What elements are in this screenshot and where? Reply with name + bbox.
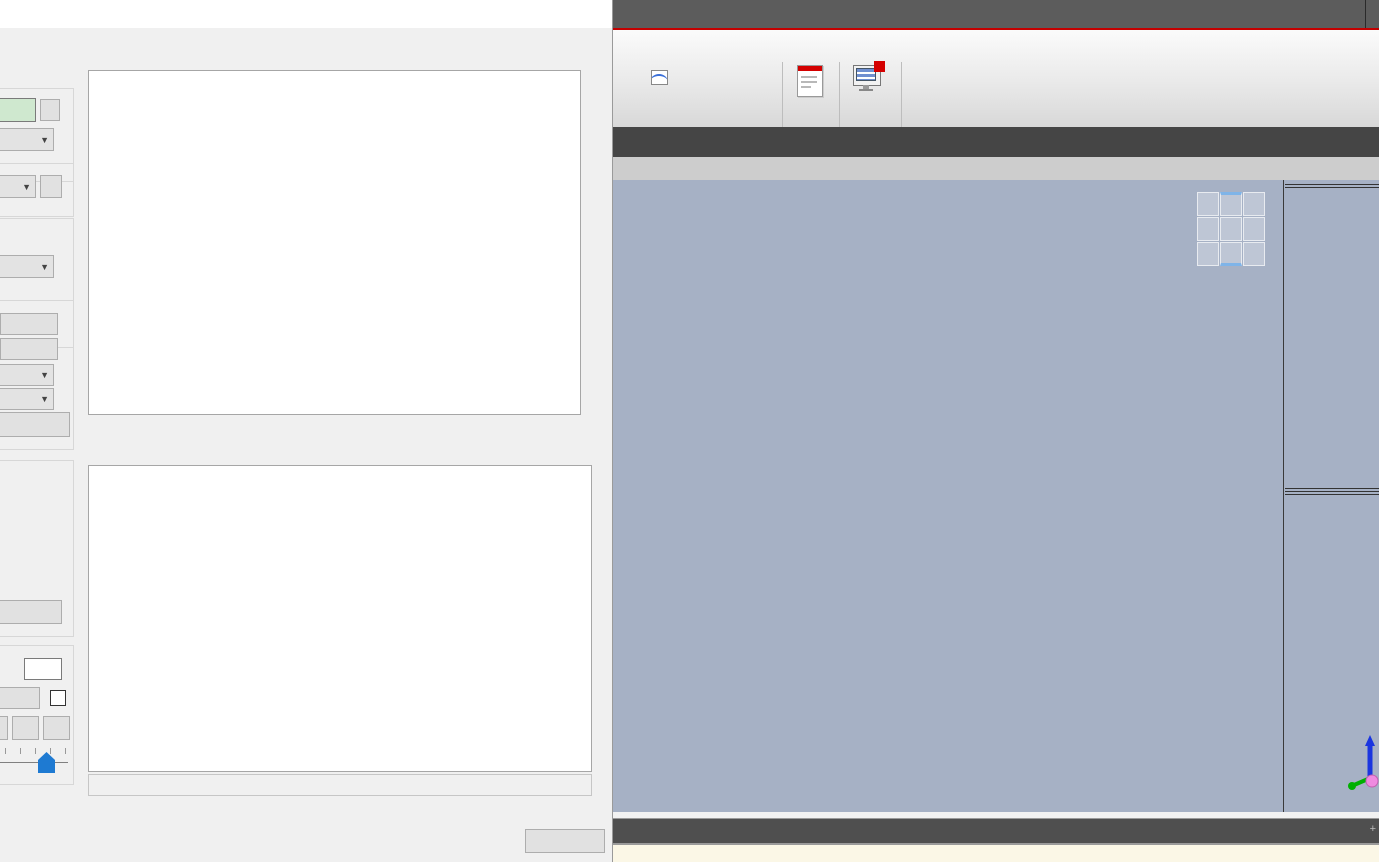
dialog-title-bar[interactable] (0, 0, 612, 28)
combo-2[interactable]: ▼ (0, 175, 36, 198)
axis-triad-icon (1348, 735, 1379, 790)
rotate-down-button[interactable] (1220, 242, 1242, 266)
close-button[interactable] (525, 829, 605, 853)
record-button[interactable] (0, 687, 40, 709)
name-field[interactable] (0, 98, 36, 122)
browse-button[interactable] (40, 175, 62, 198)
combo-1[interactable]: ▼ (0, 128, 54, 151)
step-slider-track[interactable] (0, 762, 68, 763)
coordinate-status-bar (88, 774, 592, 796)
rotate-corner-icon[interactable] (1243, 192, 1265, 216)
bmp-button[interactable] (0, 600, 62, 624)
chart-mini-icon (651, 69, 668, 85)
slider-ticks (0, 748, 68, 754)
hysteresis-chart-panel (88, 70, 581, 415)
rotate-left-button[interactable] (1197, 217, 1219, 241)
rotate-corner-icon[interactable] (1197, 192, 1219, 216)
chart-toolbar (88, 431, 592, 461)
rotate-corner-icon[interactable] (1243, 242, 1265, 266)
app-root: { "ribbon": { "menu_item": "楼层屈服强度系数..."… (0, 0, 1379, 862)
combo-3[interactable]: ▼ (0, 364, 54, 386)
fiber-section-panel (88, 465, 592, 772)
rotate-right-button[interactable] (1243, 217, 1265, 241)
view-orientation-widget (1197, 192, 1267, 268)
building-model[interactable] (617, 180, 1283, 812)
play-button[interactable] (0, 716, 8, 740)
text-result-button[interactable] (784, 62, 836, 137)
combo-4[interactable]: ▼ (0, 388, 54, 410)
rotate-corner-icon[interactable] (1197, 242, 1219, 266)
result-table-button[interactable] (842, 61, 894, 137)
hysteresis-graph-dialog: ▼ ▼ ▼ ▼ ▼ (0, 0, 613, 862)
result-table-icon (853, 61, 885, 91)
rotate-up-button[interactable] (1220, 192, 1242, 216)
frame-number-input[interactable] (24, 658, 62, 680)
fiber-section-view[interactable] (89, 488, 591, 768)
bottom-tab-band[interactable]: + (613, 818, 1379, 845)
title-band-divider (1365, 0, 1366, 28)
hysteresis-chart (89, 71, 580, 414)
menu-item-story-yield-factor[interactable] (651, 68, 672, 86)
status-strip (613, 845, 1379, 862)
my-mz-button[interactable] (0, 338, 58, 360)
close-icon[interactable] (592, 5, 610, 23)
en-button[interactable] (40, 99, 60, 121)
combo-fiber[interactable]: ▼ (0, 255, 54, 278)
record-checkbox[interactable] (50, 690, 66, 706)
ry-my-button[interactable] (0, 313, 58, 335)
top-view-button[interactable] (1220, 217, 1242, 241)
fast-forward-button[interactable] (12, 716, 39, 740)
skip-end-button[interactable] (43, 716, 70, 740)
post-processor-panel (1285, 180, 1379, 812)
plot-button[interactable] (0, 412, 70, 437)
text-result-icon (797, 65, 823, 97)
